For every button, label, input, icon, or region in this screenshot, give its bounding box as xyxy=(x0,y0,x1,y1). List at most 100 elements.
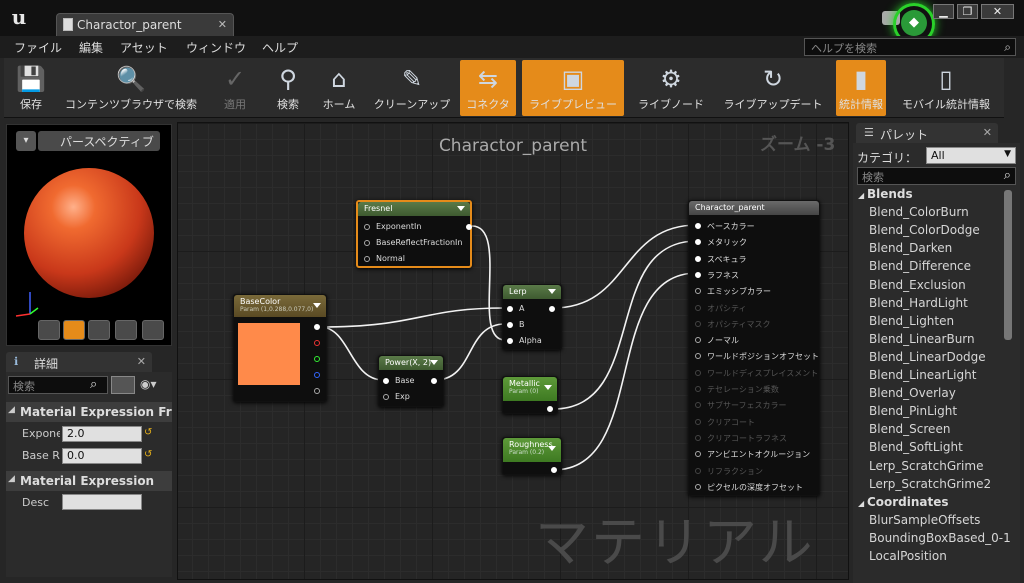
toolbar-button-live-node[interactable]: ⚙ ライブノード xyxy=(630,60,712,116)
input-pin[interactable] xyxy=(695,255,701,262)
output-pin[interactable] xyxy=(549,306,555,312)
toolbar-button-mobile-stats[interactable]: ▯ モバイル統計情報 xyxy=(894,60,998,116)
basecolor-node[interactable]: BaseColor Param (1,0.288,0.077,0) xyxy=(233,294,327,402)
input-pin[interactable] xyxy=(695,304,701,311)
viewport-options-button[interactable]: ▾ xyxy=(16,131,36,151)
input-pin[interactable] xyxy=(695,467,701,474)
input-pin[interactable] xyxy=(507,306,513,312)
output-pin-r[interactable] xyxy=(314,340,320,346)
input-pin[interactable] xyxy=(364,256,370,262)
output-pin[interactable] xyxy=(466,224,472,230)
close-tab-icon[interactable]: ✕ xyxy=(218,18,227,31)
toolbar-button-binoculars[interactable]: ⚲ 検索 xyxy=(266,60,310,116)
input-pin[interactable] xyxy=(695,288,701,295)
palette-item[interactable]: Blend_Difference xyxy=(869,259,971,273)
input-pin[interactable] xyxy=(695,483,701,490)
palette-item[interactable]: Blend_LinearLight xyxy=(869,368,976,382)
output-pin-a[interactable] xyxy=(314,388,320,394)
input-pin[interactable] xyxy=(695,337,701,344)
document-tab[interactable]: Charactor_parent ✕ xyxy=(56,13,234,36)
toolbar-button-magnifier[interactable]: 🔍 コンテンツブラウザで検索 xyxy=(56,60,206,116)
palette-item[interactable]: BlurSampleOffsets xyxy=(869,513,980,527)
palette-search-input[interactable]: 検索 ⌕ xyxy=(857,167,1016,185)
input-pin[interactable] xyxy=(695,386,701,392)
toolbar-button-home[interactable]: ⌂ ホーム xyxy=(314,60,364,116)
input-pin[interactable] xyxy=(695,239,701,246)
preview-plane-button[interactable] xyxy=(88,320,110,340)
section-material-expression[interactable]: Material Expression xyxy=(6,471,172,491)
menu-file[interactable]: ファイル xyxy=(14,39,62,56)
preview-mesh-button[interactable] xyxy=(142,320,164,340)
input-pin[interactable] xyxy=(695,418,701,425)
maximize-button[interactable]: ❐ xyxy=(957,4,978,19)
details-tab[interactable]: ℹ 詳細 ✕ xyxy=(6,352,152,372)
close-palette-icon[interactable]: ✕ xyxy=(983,126,992,139)
notification-cube-icon[interactable]: ◆ xyxy=(901,10,927,36)
output-pin-b[interactable] xyxy=(314,372,320,378)
toolbar-button-checkmark[interactable]: ✓ 適用 xyxy=(208,60,262,116)
metallic-node[interactable]: Metallic Param (0) xyxy=(502,376,558,414)
section-fresnel[interactable]: Material Expression Fresnel xyxy=(6,402,172,422)
material-result-node[interactable]: Charactor_parent ベースカラー メタリック スペキュラ ラフネス エミッ… xyxy=(688,200,820,496)
palette-item[interactable]: Blend_Exclusion xyxy=(869,278,966,292)
palette-category[interactable]: ◢ Blends xyxy=(858,187,913,201)
preview-sphere-button[interactable] xyxy=(63,320,85,340)
category-dropdown[interactable]: All ▼ xyxy=(926,147,1016,164)
palette-item[interactable]: Blend_Darken xyxy=(869,241,952,255)
input-pin[interactable] xyxy=(695,271,701,278)
help-search-input[interactable]: ヘルプを検索 ⌕ xyxy=(804,38,1016,56)
base-r-value-field[interactable]: 0.0 xyxy=(62,448,142,464)
input-pin[interactable] xyxy=(695,451,701,458)
palette-item[interactable]: Blend_Lighten xyxy=(869,314,954,328)
palette-item[interactable]: Lerp_ScratchGrime xyxy=(869,459,983,473)
menu-help[interactable]: ヘルプ xyxy=(262,39,298,56)
collapse-arrow-icon[interactable]: ◢ xyxy=(8,474,15,484)
output-pin[interactable] xyxy=(431,378,437,384)
palette-item[interactable]: Blend_LinearBurn xyxy=(869,332,975,346)
input-pin[interactable] xyxy=(507,338,513,344)
menu-edit[interactable]: 編集 xyxy=(79,39,103,56)
input-pin[interactable] xyxy=(507,322,513,328)
input-pin[interactable] xyxy=(383,394,389,400)
toolbar-button-tv[interactable]: ▣ ライブプレビュー xyxy=(522,60,624,116)
input-pin[interactable] xyxy=(695,320,701,327)
palette-tab[interactable]: ☰ パレット ✕ xyxy=(856,123,998,143)
input-pin[interactable] xyxy=(364,240,370,246)
palette-item[interactable]: Blend_PinLight xyxy=(869,404,957,418)
output-pin[interactable] xyxy=(551,467,557,473)
palette-item[interactable]: BoundingBoxBased_0-1 xyxy=(869,531,1011,545)
input-pin[interactable] xyxy=(383,378,389,384)
collapse-chevron-icon[interactable] xyxy=(457,206,465,211)
perspective-dropdown[interactable]: パースペクティブ xyxy=(38,131,160,151)
palette-category[interactable]: ◢ Coordinates xyxy=(858,495,949,509)
palette-scrollbar[interactable] xyxy=(1004,190,1012,340)
collapse-chevron-icon[interactable] xyxy=(548,289,556,294)
collapse-chevron-icon[interactable] xyxy=(313,303,321,308)
toolbar-button-connector[interactable]: ⇆ コネクタ xyxy=(460,60,516,116)
preview-cylinder-button[interactable] xyxy=(38,320,60,340)
palette-item[interactable]: Blend_Overlay xyxy=(869,386,956,400)
fresnel-node[interactable]: Fresnel ExponentIn BaseReflectFractionIn… xyxy=(356,200,472,268)
minimize-button[interactable]: ▁ xyxy=(933,4,954,19)
palette-item[interactable]: Blend_ColorDodge xyxy=(869,223,980,237)
close-window-button[interactable]: ✕ xyxy=(981,4,1014,19)
input-pin[interactable] xyxy=(695,369,701,376)
palette-item[interactable]: Blend_LinearDodge xyxy=(869,350,986,364)
collapse-chevron-icon[interactable] xyxy=(544,385,552,390)
input-pin[interactable] xyxy=(695,223,701,229)
desc-value-field[interactable] xyxy=(62,494,142,510)
input-pin[interactable] xyxy=(364,224,370,230)
eye-icon[interactable]: ◉▾ xyxy=(140,377,157,391)
output-pin[interactable] xyxy=(547,406,553,412)
menu-window[interactable]: ウィンドウ xyxy=(186,39,246,56)
palette-item[interactable]: Blend_SoftLight xyxy=(869,440,963,454)
toolbar-button-live-update[interactable]: ↻ ライブアップデート xyxy=(716,60,830,116)
collapse-arrow-icon[interactable]: ◢ xyxy=(8,405,15,415)
input-pin[interactable] xyxy=(695,434,701,441)
output-pin-g[interactable] xyxy=(314,356,320,362)
reset-icon[interactable]: ↺ xyxy=(144,449,152,460)
output-pin-rgb[interactable] xyxy=(314,324,320,330)
toolbar-button-broom[interactable]: ✎ クリーンアップ xyxy=(366,60,458,116)
roughness-node[interactable]: Roughness Param (0.2) xyxy=(502,437,562,475)
reset-icon[interactable]: ↺ xyxy=(144,427,152,438)
